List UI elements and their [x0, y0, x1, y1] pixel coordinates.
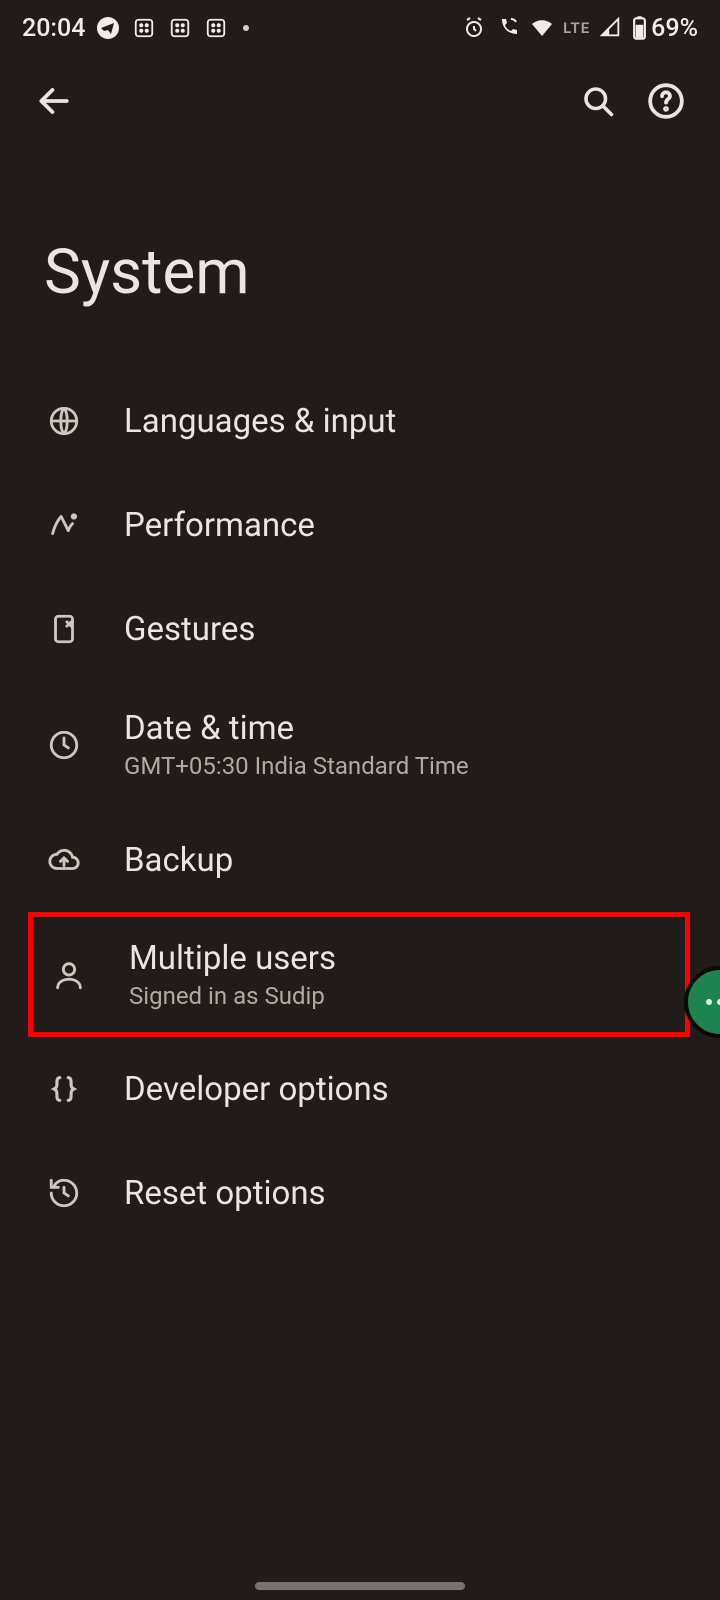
setting-performance[interactable]: Performance	[0, 473, 720, 577]
person-icon	[49, 955, 89, 995]
network-type-label: LTE	[563, 19, 590, 37]
cloud-upload-icon	[44, 840, 84, 880]
setting-title: Performance	[124, 506, 315, 545]
braces-icon	[44, 1069, 84, 1109]
wifi-icon	[529, 15, 555, 41]
battery-indicator: 69%	[632, 14, 698, 43]
notification-grid-icon	[203, 15, 229, 41]
setting-developer-options[interactable]: Developer options	[0, 1037, 720, 1141]
performance-icon	[44, 505, 84, 545]
gesture-nav-handle[interactable]	[255, 1582, 465, 1590]
setting-title: Multiple users	[129, 939, 336, 978]
globe-icon	[44, 401, 84, 441]
telegram-icon	[95, 15, 121, 41]
status-right: LTE 69%	[461, 14, 698, 43]
setting-title: Reset options	[124, 1174, 326, 1213]
setting-date-time[interactable]: Date & time GMT+05:30 India Standard Tim…	[0, 681, 720, 808]
gestures-icon	[44, 609, 84, 649]
more-notifications-dot	[243, 25, 249, 31]
status-bar: 20:04 LTE 69%	[0, 0, 720, 56]
alarm-icon	[461, 15, 487, 41]
notification-grid-icon	[167, 15, 193, 41]
setting-reset-options[interactable]: Reset options	[0, 1141, 720, 1245]
notification-grid-icon	[131, 15, 157, 41]
setting-gestures[interactable]: Gestures	[0, 577, 720, 681]
settings-list: Languages & input Performance Gestures D…	[0, 369, 720, 1245]
setting-title: Backup	[124, 841, 233, 880]
more-dots-icon	[706, 999, 720, 1005]
setting-languages-input[interactable]: Languages & input	[0, 369, 720, 473]
wifi-calling-icon	[495, 15, 521, 41]
back-button[interactable]	[30, 77, 78, 125]
setting-title: Developer options	[124, 1070, 389, 1109]
status-left: 20:04	[22, 14, 249, 43]
clock-icon	[44, 725, 84, 765]
setting-subtitle: Signed in as Sudip	[129, 982, 336, 1010]
setting-title: Date & time	[124, 709, 469, 748]
setting-title: Gestures	[124, 610, 255, 649]
signal-icon	[598, 15, 624, 41]
page-title: System	[0, 146, 720, 369]
battery-text: 69%	[651, 14, 698, 43]
setting-backup[interactable]: Backup	[0, 808, 720, 912]
setting-title: Languages & input	[124, 402, 396, 441]
setting-multiple-users[interactable]: Multiple users Signed in as Sudip	[28, 912, 690, 1037]
search-button[interactable]	[574, 77, 622, 125]
help-button[interactable]	[642, 77, 690, 125]
history-icon	[44, 1173, 84, 1213]
status-time: 20:04	[22, 14, 85, 43]
app-bar	[0, 56, 720, 146]
setting-subtitle: GMT+05:30 India Standard Time	[124, 752, 469, 780]
